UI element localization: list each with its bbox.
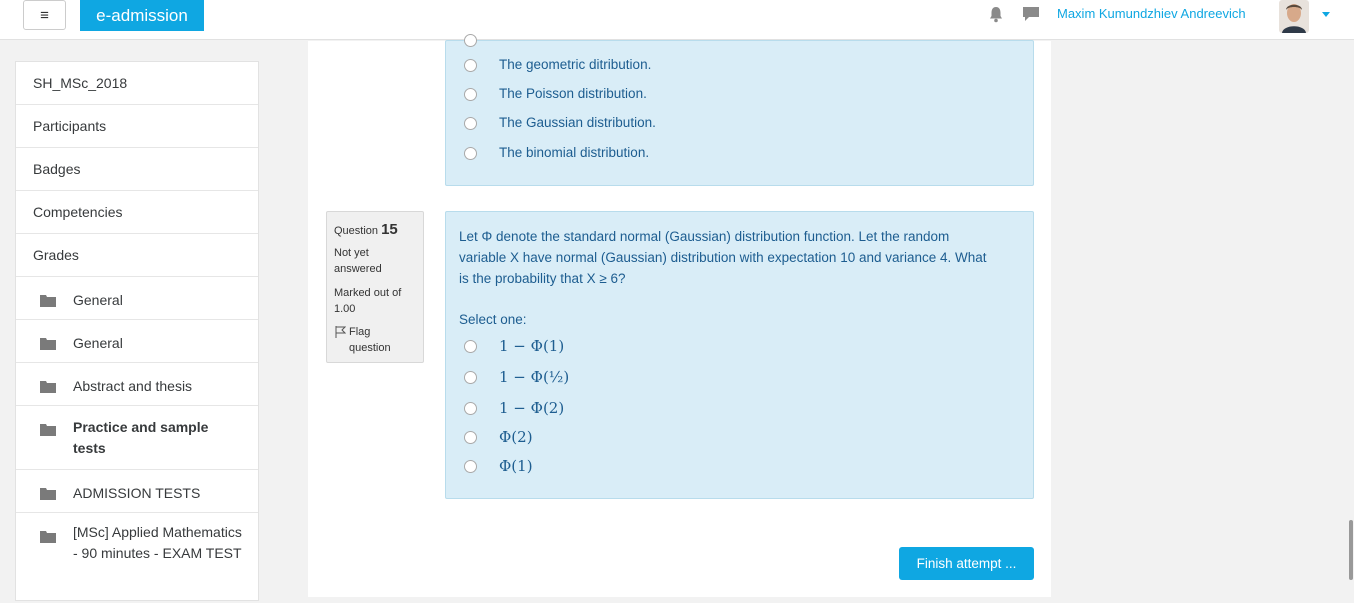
user-menu-caret-icon[interactable] [1322,12,1330,17]
q15-option-1[interactable]: 1 − Φ(1) [464,336,564,356]
folder-icon [40,381,56,393]
question-number: Question 15 [334,221,398,238]
q14-option-4[interactable]: The binomial distribution. [464,143,649,163]
folder-icon [40,531,56,543]
sidebar-item-label: Competencies [33,204,123,220]
sidebar-item-label: ADMISSION TESTS [73,485,201,501]
option-label: 1 − Φ(1) [499,337,565,355]
course-navigation-sidebar: SH_MSc_2018 Participants Badges Competen… [15,61,259,601]
site-brand-link[interactable]: e-admission [80,0,204,31]
option-label: 1 − Φ(2) [499,399,565,417]
sidebar-item-label: Badges [33,161,81,177]
question-text-line-2: variable X have normal (Gaussian) distri… [459,250,987,265]
folder-icon [40,488,56,500]
option-label: Φ(2) [499,428,533,446]
option-label: Φ(1) [499,457,533,475]
folder-icon [40,338,56,350]
question-number-value: 15 [381,221,398,238]
radio-button[interactable] [464,459,477,473]
sidebar-item-exam-test[interactable]: [MSc] Applied Mathematics - 90 minutes -… [16,513,258,603]
radio-button[interactable] [464,339,477,353]
question-grade: Marked out of 1.00 [334,287,402,315]
sidebar-item-label: Abstract and thesis [73,378,193,394]
question-state: Not yet answered [334,247,382,275]
question-text-line-3: is the probability that X ≥ 6? [459,271,626,286]
radio-button[interactable] [464,401,477,415]
q15-option-4[interactable]: Φ(2) [464,427,533,447]
menu-toggle-button[interactable]: ≡ [23,0,66,30]
sidebar-item-grades[interactable]: Grades [16,234,258,277]
notification-bell-icon[interactable] [988,6,1004,23]
radio-button[interactable] [464,430,477,444]
option-label: The Poisson distribution. [499,86,647,101]
sidebar-item-label: SH_MSc_2018 [33,75,128,91]
folder-icon [40,295,56,307]
q14-option-3[interactable]: The Gaussian distribution. [464,113,656,133]
question-label: Question [334,225,379,237]
q14-option-hidden[interactable] [464,30,477,50]
hamburger-icon: ≡ [40,6,49,24]
question-text: Let Φ denote the standard normal (Gaussi… [459,226,1029,289]
page-scrollbar[interactable] [1349,520,1353,580]
option-label: The geometric ditribution. [499,57,652,72]
q15-option-3[interactable]: 1 − Φ(2) [464,398,564,418]
sidebar-item-label: Practice and sample tests [73,419,209,456]
sidebar-item-competencies[interactable]: Competencies [16,191,258,234]
sidebar-item-label: [MSc] Applied Mathematics - 90 minutes -… [73,524,242,561]
sidebar-item-participants[interactable]: Participants [16,105,258,148]
radio-button[interactable] [464,116,477,130]
radio-button[interactable] [464,370,477,384]
sidebar-item-badges[interactable]: Badges [16,148,258,191]
sidebar-item-general-2[interactable]: General [16,320,258,363]
sidebar-item-course[interactable]: SH_MSc_2018 [16,62,258,105]
folder-icon [40,424,56,436]
user-avatar[interactable] [1279,0,1309,33]
radio-button[interactable] [464,58,477,72]
sidebar-item-label: Grades [33,247,79,263]
sidebar-item-practice-tests[interactable]: Practice and sample tests [16,406,258,470]
flag-icon [335,326,346,338]
option-label: The Gaussian distribution. [499,115,656,130]
q15-option-2[interactable]: 1 − Φ(½) [464,367,569,387]
select-one-prompt: Select one: [459,312,527,327]
q14-option-1[interactable]: The geometric ditribution. [464,55,651,75]
question-14-content: The geometric ditribution. The Poisson d… [445,33,1034,186]
top-navbar: ≡ e-admission Maxim Kumundzhiev Andreevi… [0,0,1354,40]
user-name-link[interactable]: Maxim Kumundzhiev Andreevich [1057,6,1246,21]
finish-attempt-button[interactable]: Finish attempt ... [899,547,1034,580]
sidebar-item-label: Participants [33,118,107,134]
sidebar-item-label: General [73,292,123,308]
q15-option-5[interactable]: Φ(1) [464,456,533,476]
sidebar-item-label: General [73,335,123,351]
radio-button[interactable] [464,87,477,101]
question-15-info-panel: Question 15 Not yet answered Marked out … [326,211,424,363]
q14-option-2[interactable]: The Poisson distribution. [464,84,647,104]
radio-button[interactable] [464,146,477,160]
sidebar-item-admission-tests[interactable]: ADMISSION TESTS [16,470,258,513]
radio-button[interactable] [464,33,477,47]
flag-question-button[interactable]: Flag question [334,324,414,356]
sidebar-item-abstract-thesis[interactable]: Abstract and thesis [16,363,258,406]
question-text-line-1: Let Φ denote the standard normal (Gaussi… [459,229,950,244]
question-15-content: Let Φ denote the standard normal (Gaussi… [445,211,1034,499]
sidebar-item-general-1[interactable]: General [16,277,258,320]
messages-icon[interactable] [1022,6,1040,22]
option-label: The binomial distribution. [499,145,650,160]
option-label: 1 − Φ(½) [499,368,570,386]
